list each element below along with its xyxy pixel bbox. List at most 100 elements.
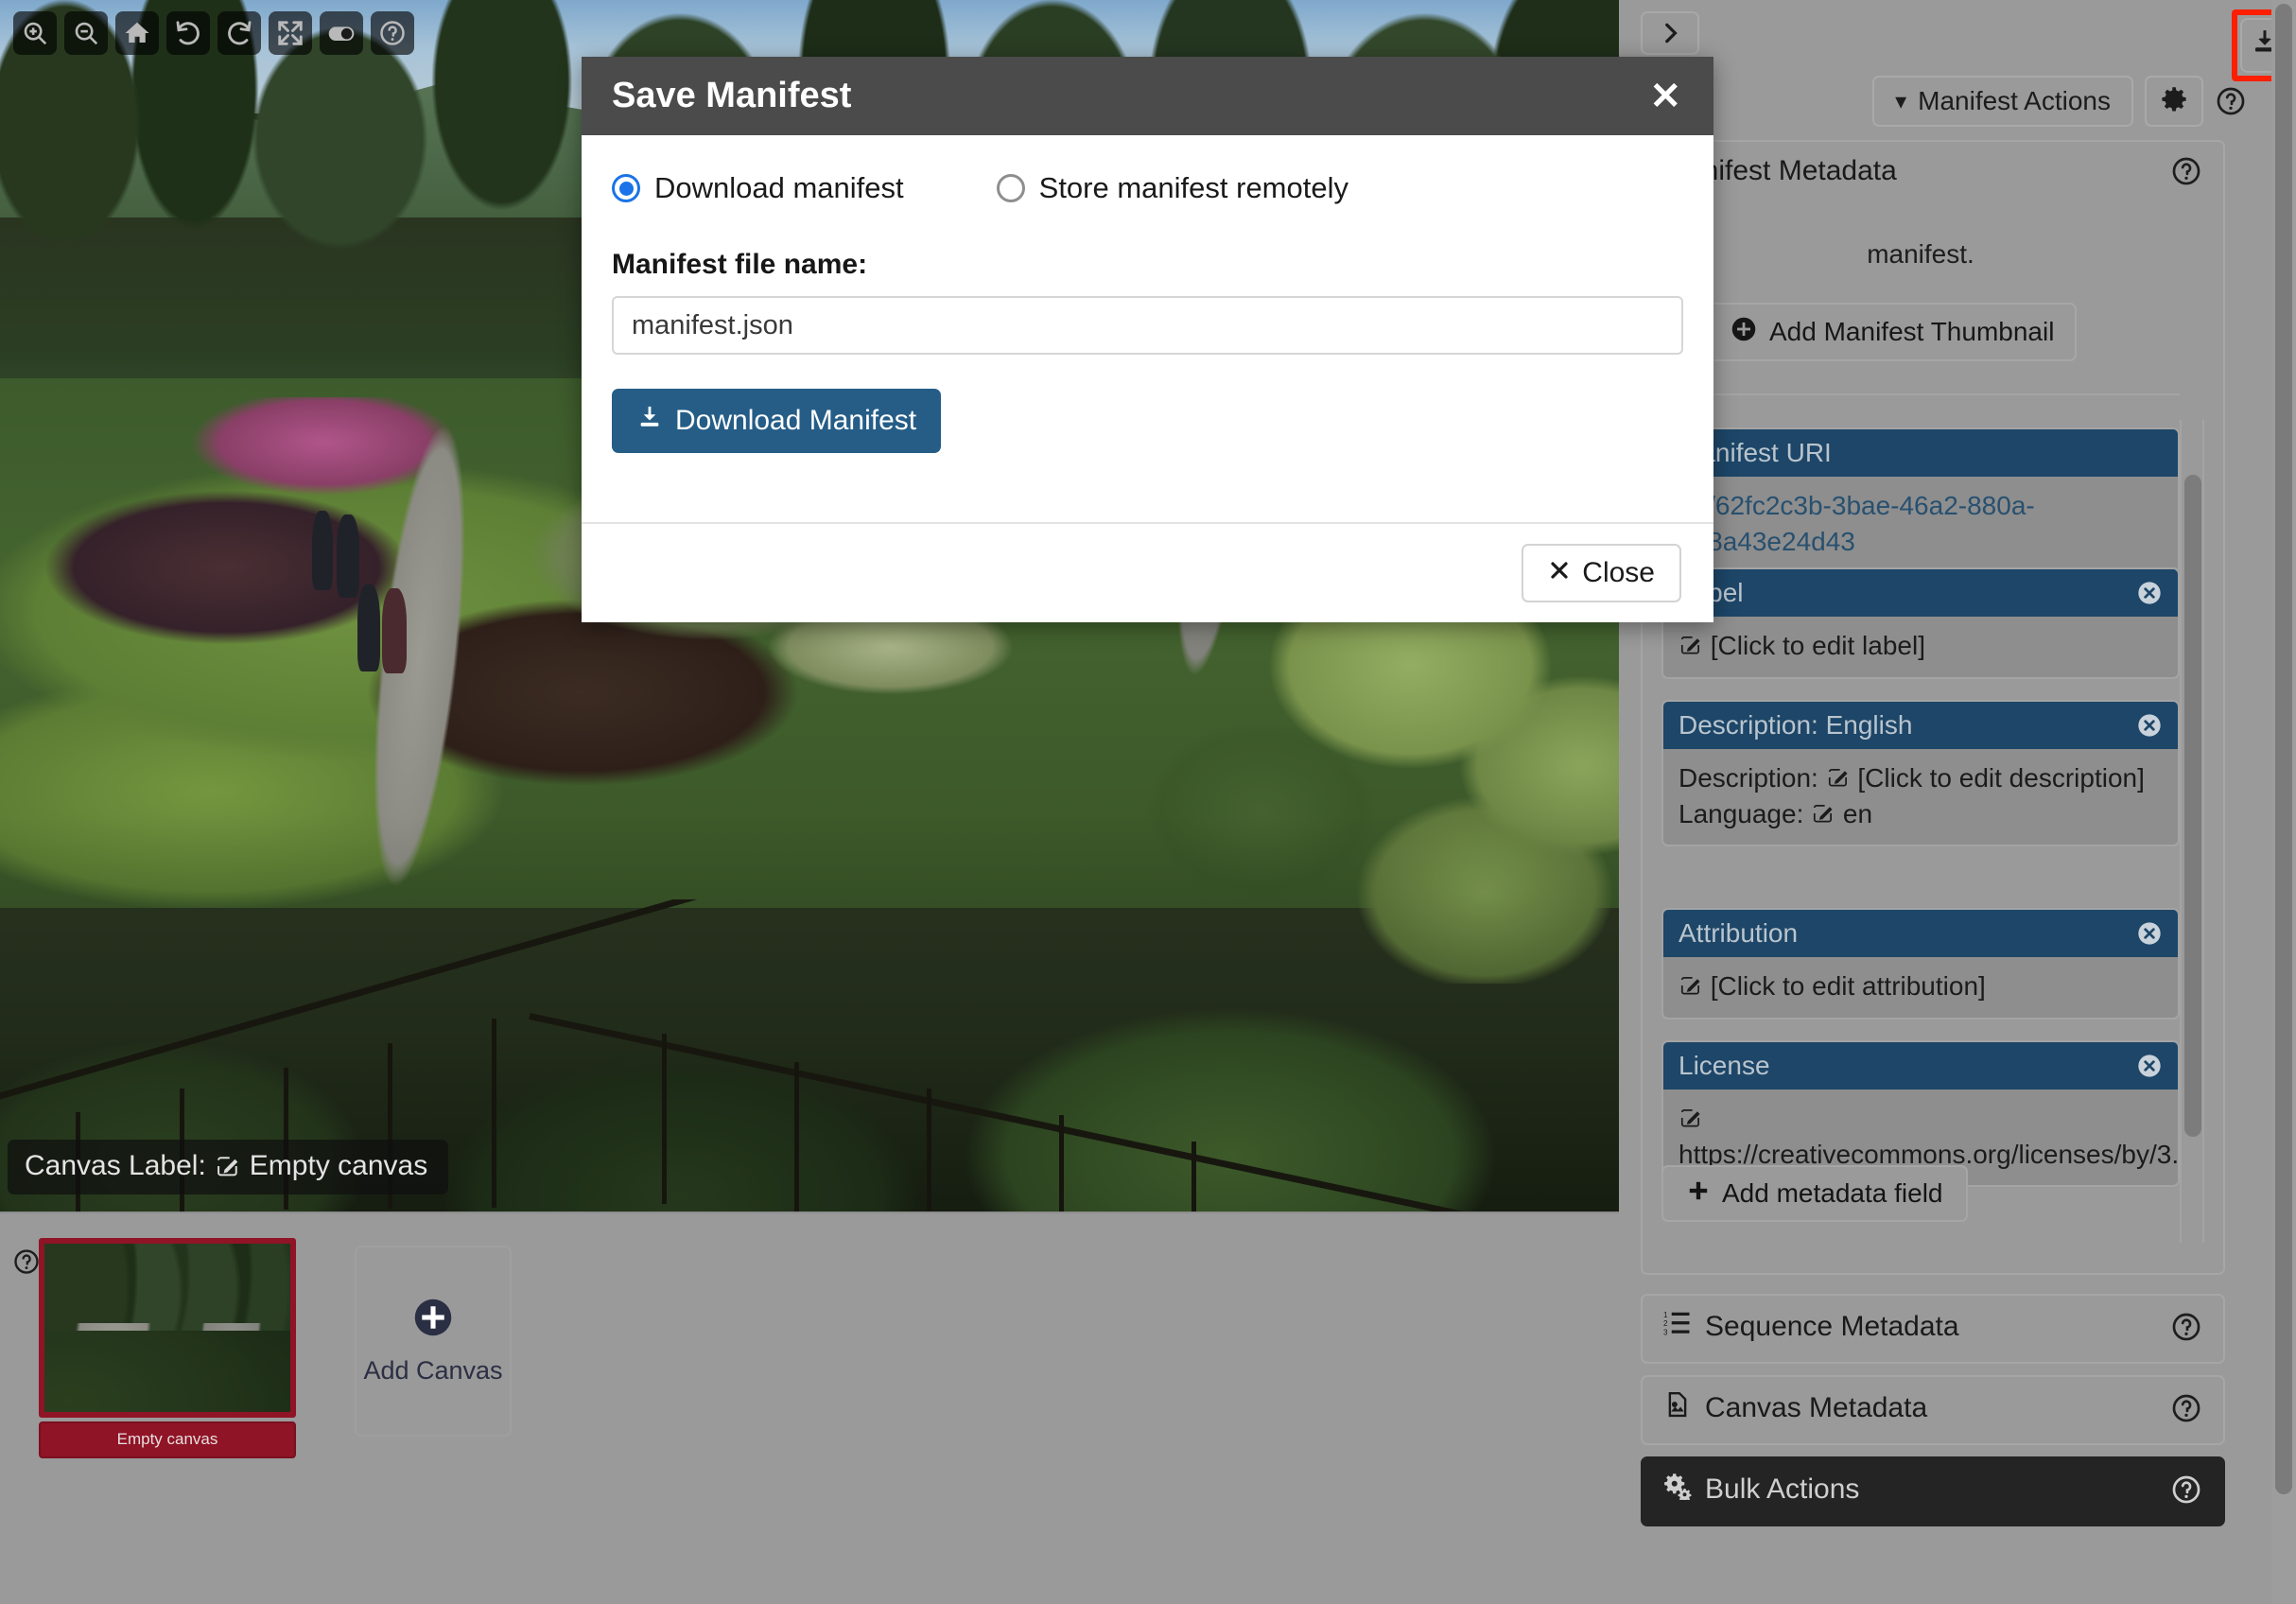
zoom-out-button[interactable] xyxy=(64,11,108,55)
rotate-left-button[interactable] xyxy=(166,11,210,55)
manifest-uri-value[interactable]: p://62fc2c3b-3bae-46a2-880a-b68a43e24d43 xyxy=(1679,491,2035,556)
description-value[interactable]: [Click to edit description] xyxy=(1857,763,2144,793)
canvas-thumbnail-strip: Empty canvas Add Canvas xyxy=(0,1212,1619,1604)
edit-pencil-icon[interactable] xyxy=(1679,973,1703,998)
fullscreen-button[interactable] xyxy=(269,11,312,55)
metadata-field-attribution: Attribution [Click to edit attribution] xyxy=(1661,908,2180,1020)
language-prefix: Language: xyxy=(1679,798,1804,828)
toggle-button[interactable] xyxy=(320,11,363,55)
metadata-field-manifest-uri: Manifest URI p://62fc2c3b-3bae-46a2-880a… xyxy=(1661,427,2180,575)
dialog-body: Download manifest Store manifest remotel… xyxy=(582,135,1713,522)
manifest-file-name-input[interactable] xyxy=(612,296,1683,355)
metadata-field-value[interactable]: p://62fc2c3b-3bae-46a2-880a-b68a43e24d43 xyxy=(1663,477,2178,573)
sequence-metadata-help-icon[interactable] xyxy=(2170,1311,2202,1343)
reset-zoom-button[interactable] xyxy=(115,11,159,55)
manifest-actions-help-icon[interactable] xyxy=(2215,85,2247,117)
radio-indicator-selected[interactable] xyxy=(612,174,640,202)
thumbstrip-help-icon[interactable] xyxy=(12,1247,41,1276)
edit-pencil-icon[interactable] xyxy=(215,1153,241,1179)
attribution-value[interactable]: [Click to edit attribution] xyxy=(1711,971,1986,1001)
metadata-field-label: Label xyxy=(1661,567,2180,679)
metadata-field-value[interactable]: [Click to edit attribution] xyxy=(1663,957,2178,1018)
canvas-caption[interactable]: Empty canvas xyxy=(39,1421,296,1458)
description-prefix: Description: xyxy=(1679,763,1818,793)
language-value[interactable]: en xyxy=(1843,799,1872,828)
canvas-thumbnail[interactable] xyxy=(39,1238,296,1418)
radio-download-manifest[interactable]: Download manifest xyxy=(612,171,904,205)
download-manifest-button[interactable]: Download Manifest xyxy=(612,389,942,453)
plus-circle-icon xyxy=(1731,316,1757,349)
download-manifest-label: Download Manifest xyxy=(675,405,917,436)
metadata-field-value[interactable]: [Click to edit label] xyxy=(1663,617,2178,677)
canvas-metadata-help-icon[interactable] xyxy=(2170,1392,2202,1424)
bulk-actions-title: Bulk Actions xyxy=(1705,1473,1860,1505)
language-row[interactable]: Language: en xyxy=(1679,796,2163,832)
panel-canvas-metadata[interactable]: Canvas Metadata xyxy=(1641,1375,2225,1445)
edit-pencil-icon[interactable] xyxy=(1826,765,1851,790)
edit-pencil-icon[interactable] xyxy=(1811,801,1835,826)
page-scrollbar[interactable] xyxy=(2271,0,2296,1604)
manifest-actions-button[interactable]: ▾ Manifest Actions xyxy=(1872,76,2133,127)
edit-pencil-icon[interactable] xyxy=(1679,1106,1703,1130)
rotate-right-button[interactable] xyxy=(217,11,261,55)
svg-text:3: 3 xyxy=(1663,1329,1668,1337)
label-value[interactable]: [Click to edit label] xyxy=(1711,631,1925,660)
license-value[interactable]: https://creativecommons.org/licenses/by/… xyxy=(1679,1140,2178,1169)
svg-text:1: 1 xyxy=(1663,1311,1668,1319)
viewer-help-button[interactable] xyxy=(371,11,414,55)
add-metadata-field-button[interactable]: Add metadata field xyxy=(1661,1165,1968,1222)
gear-icon xyxy=(2160,85,2188,118)
remove-field-icon[interactable] xyxy=(2136,920,2163,947)
manifest-metadata-header[interactable]: Manifest Metadata xyxy=(1643,142,2223,200)
remove-field-icon[interactable] xyxy=(2136,712,2163,739)
sidebar-collapse-button[interactable] xyxy=(1641,11,1699,55)
canvas-list-item[interactable]: Empty canvas xyxy=(39,1238,296,1458)
canvas-label-value[interactable]: Empty canvas xyxy=(250,1150,427,1182)
metadata-field-description: Description: English Description: [Click… xyxy=(1661,700,2180,847)
iiif-manifest-editor: Canvas Label: Empty canvas Empty canvas … xyxy=(0,0,2296,1604)
chevron-down-icon: ▾ xyxy=(1895,88,1907,114)
thumbnail-image xyxy=(44,1244,290,1412)
svg-text:2: 2 xyxy=(1663,1319,1668,1328)
manifest-actions-label: Manifest Actions xyxy=(1918,86,2111,115)
panel-sequence-metadata[interactable]: 1 2 3 Sequence Metadata xyxy=(1641,1294,2225,1364)
metadata-field-header: Label xyxy=(1663,569,2178,617)
canvas-label-prefix: Canvas Label: xyxy=(25,1150,206,1181)
radio-indicator-unselected[interactable] xyxy=(996,174,1025,202)
settings-button[interactable] xyxy=(2145,76,2203,127)
radio-store-remotely-label: Store manifest remotely xyxy=(1038,171,1348,204)
x-icon xyxy=(1548,557,1571,589)
sequence-metadata-title: Sequence Metadata xyxy=(1705,1311,1959,1342)
right-sidebar: Save Manifest ▾ Manifest Actions xyxy=(1619,0,2296,1604)
close-dialog-label: Close xyxy=(1582,557,1655,588)
metadata-scrollbar-thumb[interactable] xyxy=(2184,475,2201,1137)
dialog-title: Save Manifest xyxy=(612,76,852,115)
bulk-actions-help-icon[interactable] xyxy=(2170,1473,2202,1506)
panel-manifest-metadata: Manifest Metadata manifest. Add Manifest… xyxy=(1641,140,2225,1275)
gears-icon xyxy=(1663,1472,1692,1508)
manifest-metadata-body: manifest. Add Manifest Thumbnail Manifes… xyxy=(1656,200,2210,1258)
add-metadata-field-label: Add metadata field xyxy=(1722,1178,1943,1208)
save-mode-radio-group: Download manifest Store manifest remotel… xyxy=(612,171,1683,205)
add-canvas-button[interactable]: Add Canvas xyxy=(355,1246,512,1437)
manifest-metadata-help-icon[interactable] xyxy=(2170,155,2202,187)
remove-field-icon[interactable] xyxy=(2136,1053,2163,1079)
zoom-in-button[interactable] xyxy=(13,11,57,55)
remove-field-icon[interactable] xyxy=(2136,580,2163,606)
download-icon xyxy=(636,404,663,438)
close-icon[interactable]: ✕ xyxy=(1649,78,1681,115)
close-dialog-button[interactable]: Close xyxy=(1522,544,1681,602)
metadata-field-value[interactable]: Description: [Click to edit description] xyxy=(1663,749,2178,846)
description-row[interactable]: Description: [Click to edit description] xyxy=(1679,760,2163,796)
page-scrollbar-thumb[interactable] xyxy=(2275,4,2292,1494)
add-manifest-thumbnail-button[interactable]: Add Manifest Thumbnail xyxy=(1708,303,2078,361)
canvas-label[interactable]: Canvas Label: Empty canvas xyxy=(8,1140,449,1194)
save-manifest-dialog: Save Manifest ✕ Download manifest Store … xyxy=(582,57,1713,622)
edit-pencil-icon[interactable] xyxy=(1679,633,1703,657)
panel-bulk-actions[interactable]: Bulk Actions xyxy=(1641,1456,2225,1526)
metadata-field-label: License xyxy=(1679,1051,1770,1080)
metadata-scrollbar[interactable] xyxy=(2180,420,2204,1243)
viewer-toolbar xyxy=(13,11,414,55)
radio-store-remotely[interactable]: Store manifest remotely xyxy=(996,171,1348,205)
dialog-header: Save Manifest ✕ xyxy=(582,57,1713,135)
